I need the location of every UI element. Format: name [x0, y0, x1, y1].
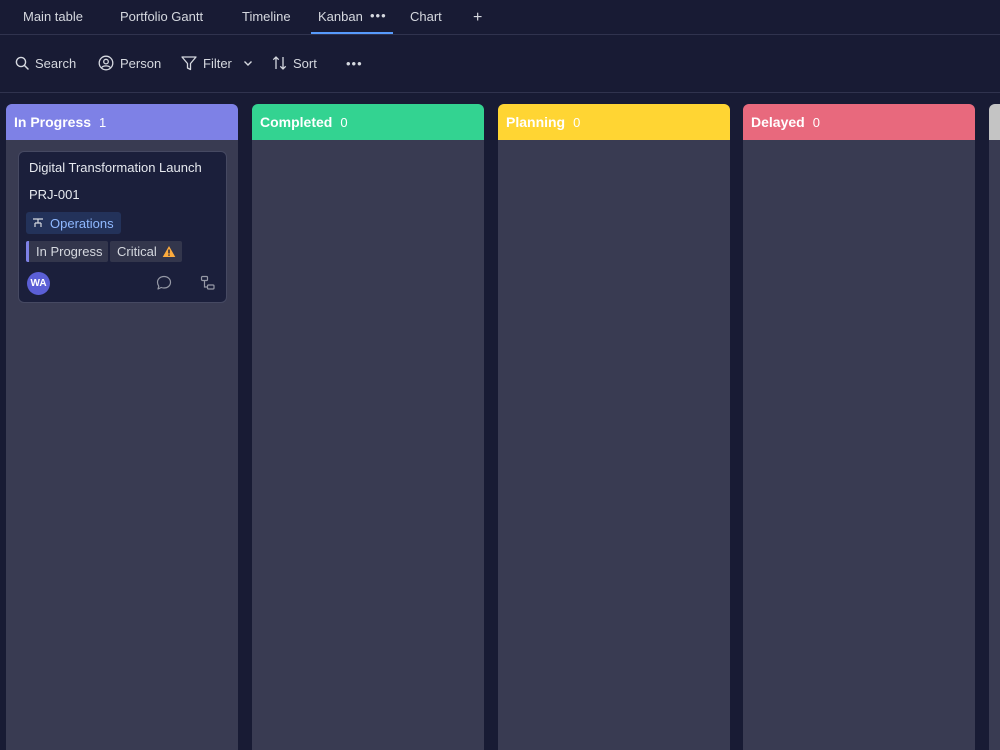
- status-badge[interactable]: In Progress: [26, 241, 109, 262]
- search-label: Search: [35, 55, 77, 71]
- search-icon: [15, 56, 29, 70]
- filter-label: Filter: [203, 55, 232, 71]
- column-count: 0: [573, 114, 581, 130]
- add-view-button[interactable]: +: [473, 0, 482, 34]
- person-label: Person: [120, 55, 162, 71]
- filter-icon: [181, 55, 197, 70]
- column-header[interactable]: Delayed 0: [743, 104, 975, 140]
- department-icon: [33, 218, 43, 227]
- tab-portfolio-gantt[interactable]: Portfolio Gantt: [120, 0, 203, 34]
- sort-button[interactable]: Sort: [272, 52, 317, 74]
- tab-chart[interactable]: Chart: [410, 0, 442, 34]
- status-label: In Progress: [36, 244, 103, 259]
- column-count: 0: [340, 114, 348, 130]
- priority-label: Critical: [117, 244, 157, 259]
- board-toolbar: Search Person Filter Sort •••: [0, 35, 1000, 93]
- column-title: In Progress: [14, 114, 92, 130]
- sort-icon: [272, 56, 287, 70]
- warning-icon: [162, 246, 176, 257]
- column-title: Planning: [506, 114, 566, 130]
- kanban-card[interactable]: Digital Transformation Launch PRJ-001 Op…: [18, 151, 227, 303]
- comment-icon[interactable]: [156, 275, 172, 291]
- column-count: 1: [99, 114, 107, 130]
- sort-label: Sort: [293, 55, 317, 71]
- tab-main-table[interactable]: Main table: [23, 0, 83, 34]
- tab-timeline[interactable]: Timeline: [242, 0, 291, 34]
- subitems-icon[interactable]: [200, 275, 216, 291]
- column-count: 0: [812, 114, 820, 130]
- department-label: Operations: [50, 215, 114, 231]
- card-project-id: PRJ-001: [29, 187, 80, 202]
- avatar[interactable]: WA: [27, 272, 50, 295]
- kanban-column-partial: [989, 104, 1000, 750]
- filter-button[interactable]: Filter: [181, 52, 232, 74]
- column-header[interactable]: Planning 0: [498, 104, 730, 140]
- column-header[interactable]: In Progress 1: [6, 104, 238, 140]
- chevron-down-icon: [244, 61, 252, 66]
- view-tabs-bar: Main table Portfolio Gantt Timeline Kanb…: [0, 0, 1000, 35]
- card-title[interactable]: Digital Transformation Launch: [29, 160, 202, 175]
- person-filter-button[interactable]: Person: [98, 52, 161, 74]
- column-title: Completed: [260, 114, 333, 130]
- person-icon: [98, 55, 114, 71]
- tab-kanban-menu-icon[interactable]: •••: [370, 0, 387, 34]
- column-title: Delayed: [751, 114, 805, 130]
- kanban-column-in-progress: In Progress 1 Digital Transformation Lau…: [6, 104, 238, 750]
- kanban-column-planning: Planning 0: [498, 104, 730, 750]
- priority-badge[interactable]: Critical: [110, 241, 182, 262]
- column-header[interactable]: [989, 104, 1000, 140]
- column-header[interactable]: Completed 0: [252, 104, 484, 140]
- more-options-button[interactable]: •••: [346, 52, 363, 74]
- search-button[interactable]: Search: [15, 52, 76, 74]
- kanban-column-completed: Completed 0: [252, 104, 484, 750]
- kanban-column-delayed: Delayed 0: [743, 104, 975, 750]
- filter-dropdown-button[interactable]: [243, 52, 253, 74]
- department-tag[interactable]: Operations: [26, 212, 121, 234]
